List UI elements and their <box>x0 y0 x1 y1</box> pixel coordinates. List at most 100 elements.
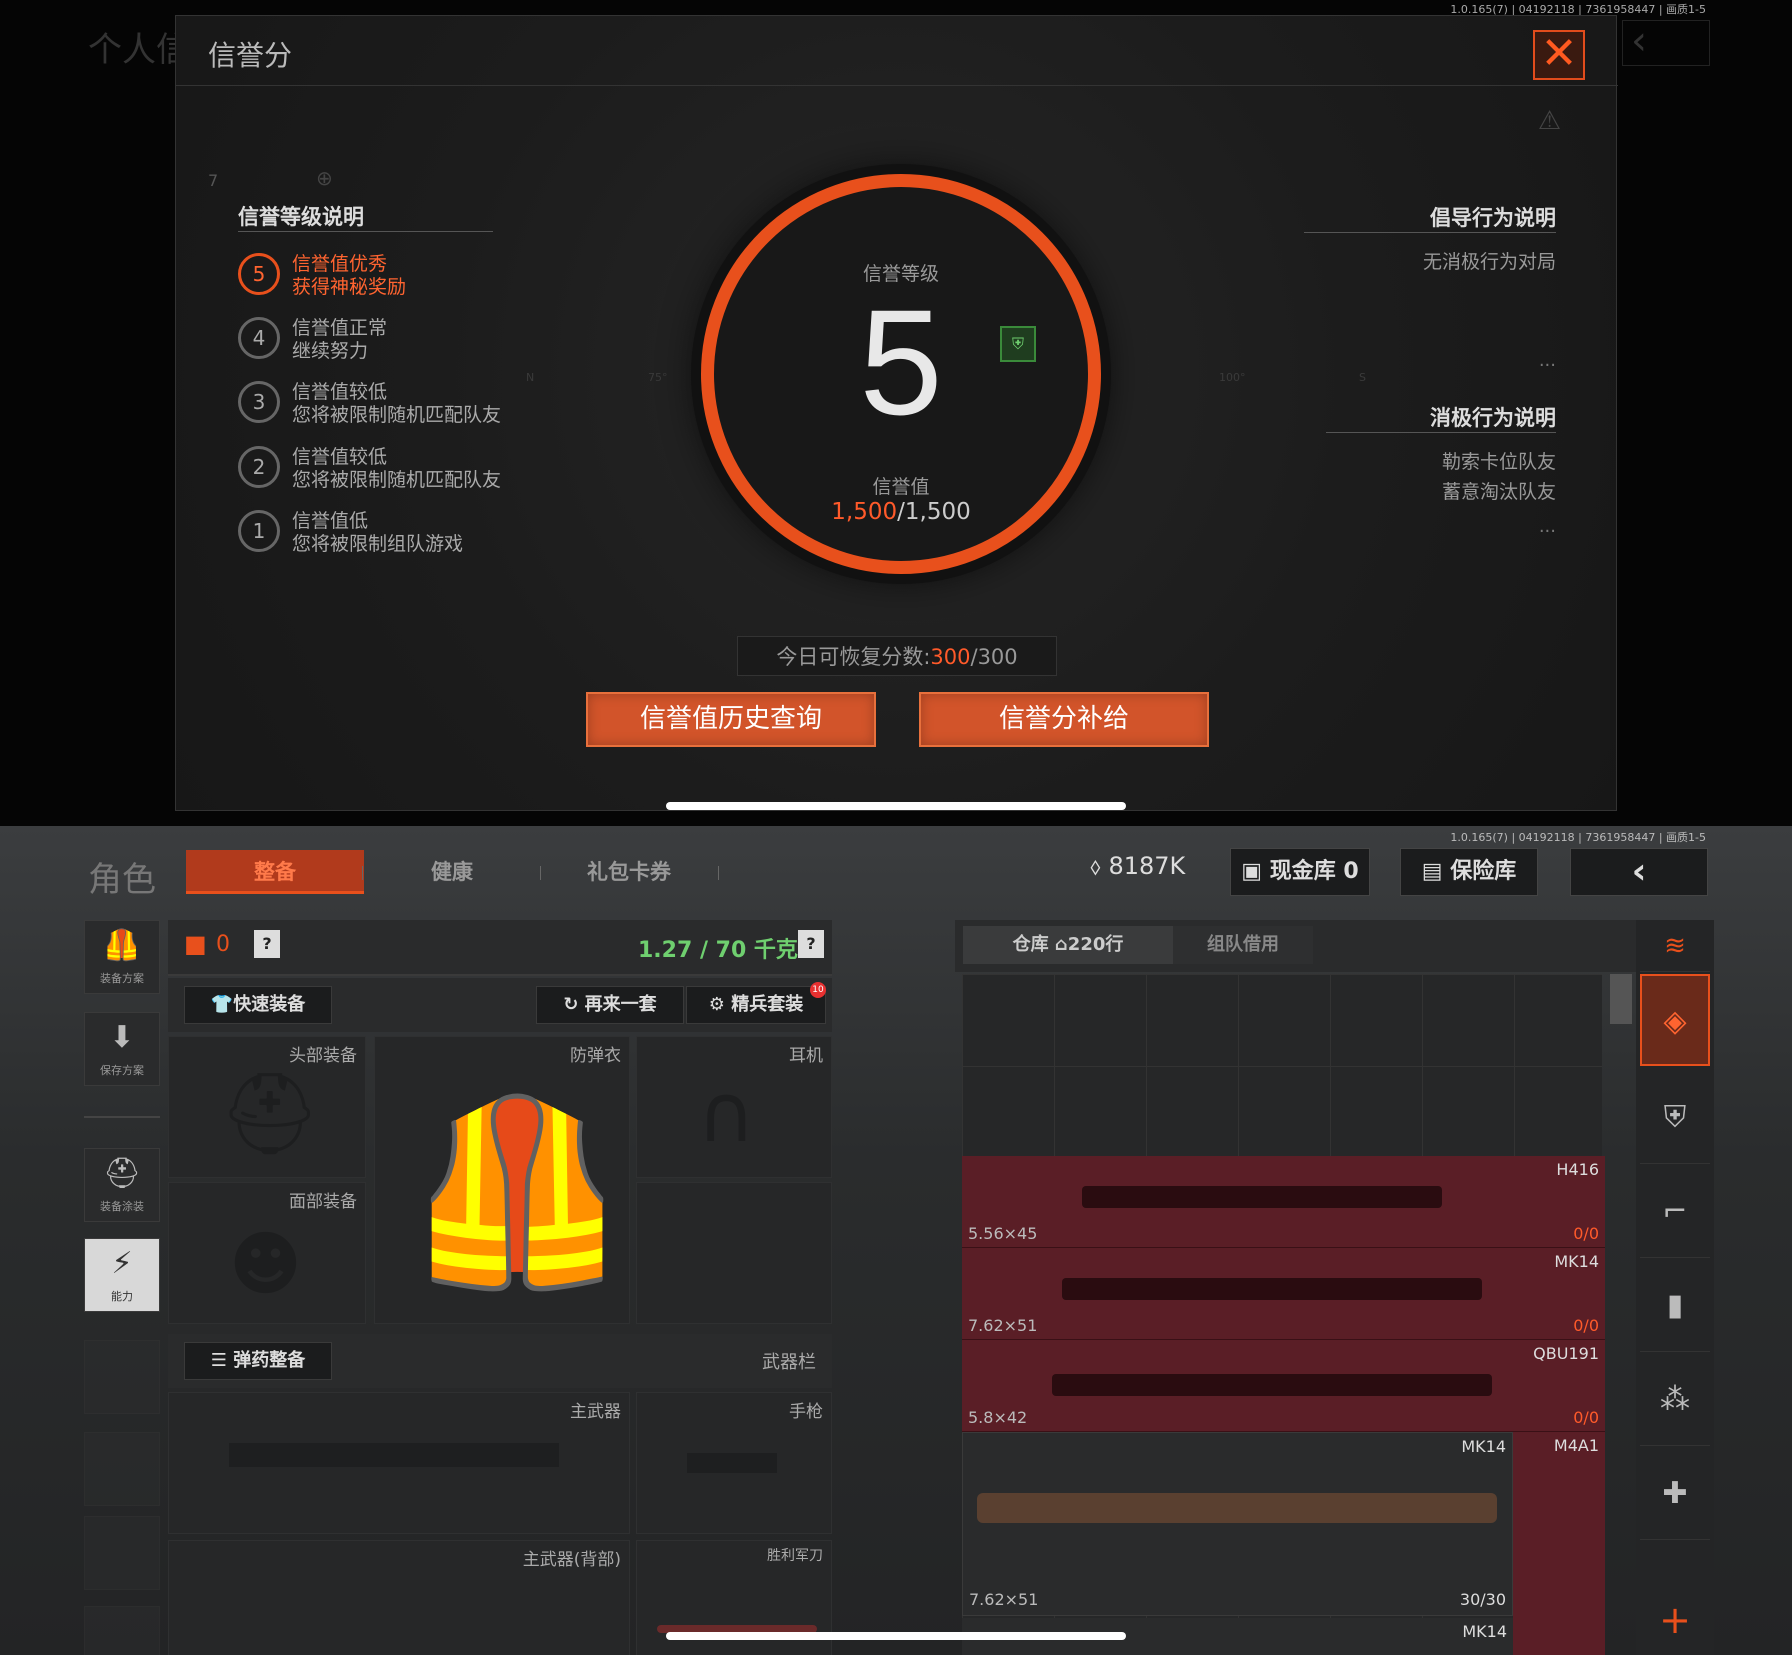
helmet-icon: ⛑ <box>102 1156 142 1191</box>
home-indicator[interactable] <box>666 1632 1126 1640</box>
quick-equip-button[interactable]: 👕快速装备 <box>184 986 332 1024</box>
level-desc: 您将被限制组队游戏 <box>292 533 464 555</box>
small-number: 7 <box>208 171 219 190</box>
category-ammo-icon[interactable]: ⁂ <box>1640 1354 1710 1446</box>
rifle-icon <box>1082 1186 1442 1208</box>
warehouse-header: 仓库 ⌂220行 组队借用 <box>955 920 1640 972</box>
tab-separator <box>540 866 541 880</box>
ammo-prepare-button[interactable]: ☰ 弹药整备 <box>184 1342 332 1380</box>
back-button[interactable]: ‹ <box>1570 848 1708 896</box>
gear-icon: ⚙ <box>708 994 732 1015</box>
level-item-5: 5 信誉值优秀 获得神秘奖励 <box>238 253 538 313</box>
tab-prepare[interactable]: 整备 <box>186 850 364 894</box>
weapon-item-qbu191[interactable]: 5.8×42 QBU191 0/0 <box>962 1340 1605 1432</box>
refresh-icon: ↻ <box>563 994 585 1015</box>
category-gear-icon[interactable]: ⛨ <box>1640 1072 1710 1164</box>
safe-vault-button[interactable]: ▤ 保险库 <box>1400 848 1538 896</box>
version-info: 1.0.165(7) | 04192118 | 7361958447 | 画质1… <box>1450 831 1706 844</box>
credit-score-screen: 个人信 1.0.165(7) | 04192118 | 7361958447 |… <box>0 0 1792 826</box>
level-explain-heading: 信誉等级说明 <box>238 205 364 229</box>
helmet-icon: ⛑ <box>219 1067 321 1160</box>
save-plan-button[interactable]: ⬇ 保存方案 <box>84 1012 160 1086</box>
category-magazine-icon[interactable]: ▮ <box>1640 1260 1710 1352</box>
headset-icon: ∩ <box>697 1067 756 1160</box>
modal-title: 信誉分 <box>208 39 293 72</box>
notification-badge: 10 <box>810 982 826 998</box>
backpack-count: 0 <box>216 932 230 957</box>
level-number: 2 <box>238 446 280 488</box>
home-icon: ⌂ <box>1054 934 1068 955</box>
safe-icon: ▤ <box>1421 859 1451 884</box>
empty-slot-button <box>84 1606 160 1655</box>
elite-set-button[interactable]: ⚙ 精兵套装 <box>686 986 826 1024</box>
loadout-plan-button[interactable]: 🦺 装备方案 <box>84 920 160 994</box>
category-recommended-icon[interactable]: ◈ <box>1640 974 1710 1066</box>
level-item-1: 1 信誉值低 您将被限制组队游戏 <box>238 510 538 570</box>
credit-value: 1,500/1,500 <box>831 499 971 525</box>
home-indicator[interactable] <box>666 802 1126 810</box>
warning-icon: ⚠ <box>1537 106 1561 136</box>
credit-level-ring: 信誉等级 5 信誉值 1,500/1,500 <box>701 174 1101 574</box>
main-weapon-slot[interactable]: 主武器 <box>168 1392 630 1534</box>
ability-button[interactable]: ⚡ 能力 <box>84 1238 160 1312</box>
cash-vault-button[interactable]: ▣ 现金库 0 <box>1230 848 1370 896</box>
team-borrow-tab[interactable]: 组队借用 <box>1173 926 1313 964</box>
heading-underline <box>1304 232 1556 233</box>
back-arrow-icon: ‹ <box>1631 851 1647 892</box>
scrollbar-thumb[interactable] <box>1610 974 1632 1024</box>
vest-icon: 🦺 <box>405 1088 630 1297</box>
empty-slot-button <box>84 1340 160 1414</box>
warehouse-tab[interactable]: 仓库 ⌂220行 <box>963 926 1173 964</box>
rifle-icon <box>1052 1374 1492 1396</box>
ear-slot[interactable]: 耳机 ∩ <box>636 1036 832 1178</box>
tab-gift-coupons[interactable]: 礼包卡券 <box>560 850 698 894</box>
compass-mark: 75° <box>648 371 668 384</box>
level-number: 5 <box>238 253 280 295</box>
armor-slot[interactable]: 防弹衣 🦺 <box>374 1036 630 1324</box>
category-rifle-icon[interactable]: ⌐ <box>1640 1166 1710 1258</box>
main-weapon-back-slot[interactable]: 主武器(背部) <box>168 1540 630 1655</box>
ability-icon: ⚡ <box>111 1246 133 1281</box>
credit-level-value: 5 <box>859 278 943 446</box>
credit-supply-button[interactable]: 信誉分补给 <box>919 692 1209 747</box>
weight-bar: ■ 0 ? 1.27 / 70 千克 ? <box>168 920 832 976</box>
tab-health[interactable]: 健康 <box>380 850 524 894</box>
download-icon: ⬇ <box>109 1020 135 1055</box>
weapon-item-m4a1[interactable]: M4A1 <box>1513 1432 1605 1655</box>
help-icon[interactable]: ? <box>798 930 824 958</box>
ammo-bar: ☰ 弹药整备 武器栏 <box>168 1334 832 1388</box>
vault-icon: ▣ <box>1241 859 1270 884</box>
credit-history-button[interactable]: 信誉值历史查询 <box>586 692 876 747</box>
again-button[interactable]: ↻ 再来一套 <box>536 986 684 1024</box>
weight-value: 1.27 / 70 千克 <box>638 938 798 963</box>
tab-separator <box>362 866 363 880</box>
pistol-slot[interactable]: 手枪 <box>636 1392 832 1534</box>
close-button[interactable]: ✕ <box>1533 30 1585 80</box>
background-back-button: ‹ <box>1622 20 1710 66</box>
backpack-icon: ■ <box>184 930 207 958</box>
level-number: 4 <box>238 317 280 359</box>
rifle-icon <box>1062 1278 1482 1300</box>
weapon-item-mk14[interactable]: 7.62×51 MK14 0/0 <box>962 1248 1605 1340</box>
weapon-bar-label: 武器栏 <box>762 1352 816 1373</box>
encourage-item: 无消极行为对局 <box>1422 251 1556 273</box>
head-slot[interactable]: 头部装备 ⛑ <box>168 1036 366 1178</box>
face-slot[interactable]: 面部装备 ☻ <box>168 1182 366 1324</box>
page-title: 角色 <box>88 860 156 900</box>
level-number: 3 <box>238 381 280 423</box>
equipment-skin-button[interactable]: ⛑ 装备涂装 <box>84 1148 160 1222</box>
add-button[interactable]: + <box>1640 1590 1710 1650</box>
modal-header <box>176 16 1618 86</box>
heading-underline <box>238 231 493 232</box>
category-medical-icon[interactable]: ✚ <box>1640 1448 1710 1540</box>
weapon-item-mk14-large[interactable]: 7.62×51 MK14 30/30 <box>962 1432 1513 1616</box>
more-indicator: ... <box>1538 350 1556 371</box>
equip-toolbar: 👕快速装备 ↻ 再来一套 ⚙ 精兵套装 10 <box>168 978 832 1032</box>
close-icon: ✕ <box>1540 28 1578 79</box>
category-all-icon[interactable]: ≋ <box>1640 920 1710 972</box>
recoverable-score: 今日可恢复分数:300/300 <box>737 636 1057 676</box>
weapon-item-h416[interactable]: 5.56×45 H416 0/0 <box>962 1156 1605 1248</box>
empty-slot-button <box>84 1516 160 1590</box>
shield-badge-icon: ⛨ <box>1000 326 1036 362</box>
help-icon[interactable]: ? <box>254 930 280 958</box>
